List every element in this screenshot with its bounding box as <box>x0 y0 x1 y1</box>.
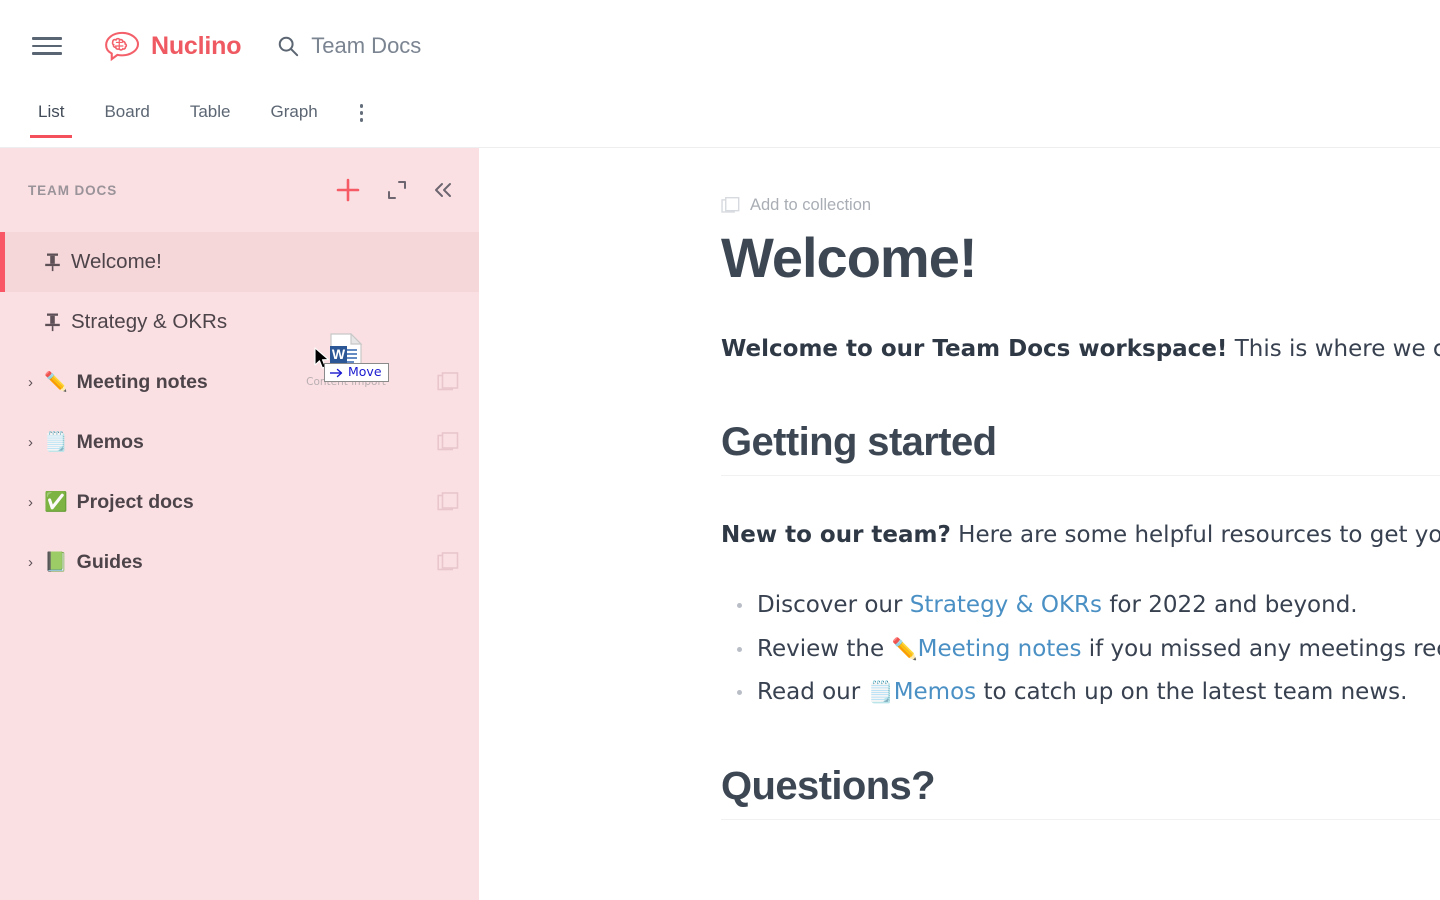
intro-rest: This is where we can share all kinds of … <box>1234 335 1440 362</box>
sidebar-item-guides[interactable]: › 📗 Guides <box>0 532 479 592</box>
bullet-pre-text: Discover our <box>757 592 910 619</box>
new-team-rest: Here are some helpful resources to get y… <box>958 522 1440 549</box>
sidebar-header: TEAM DOCS <box>0 148 479 232</box>
document-pane: Add to collection Welcome! Welcome to ou… <box>479 148 1440 900</box>
chevron-right-icon[interactable]: › <box>28 435 42 450</box>
chevron-right-icon[interactable]: › <box>28 555 42 570</box>
heading-getting-started[interactable]: Getting started <box>721 419 1440 477</box>
tab-graph-label: Graph <box>270 102 318 121</box>
sidebar-item-label: Guides <box>76 550 143 573</box>
expand-icon[interactable] <box>387 180 407 200</box>
app-root: Nuclino Team Docs List Board Table Graph <box>0 0 1440 900</box>
sidebar-item-strategy-okrs[interactable]: › Strategy & OKRs <box>0 292 479 352</box>
collection-icon[interactable] <box>437 431 459 453</box>
intro-paragraph[interactable]: Welcome to our Team Docs workspace! This… <box>721 328 1440 372</box>
resources-list: Discover our Strategy & OKRs for 2022 an… <box>721 584 1440 715</box>
bullet-post-text: if you missed any meetings recently. <box>1088 635 1440 662</box>
collection-icon <box>721 197 740 213</box>
top-bar: Nuclino Team Docs <box>0 0 1440 92</box>
chevron-right-icon[interactable]: › <box>28 375 42 390</box>
brand-name: Nuclino <box>151 31 242 60</box>
sidebar-item-label: Memos <box>76 430 144 453</box>
tab-graph[interactable]: Graph <box>270 92 317 138</box>
sidebar-item-welcome[interactable]: › Welcome! <box>0 232 479 292</box>
pin-icon <box>45 253 60 272</box>
list-item[interactable]: Review the ✏️Meeting notes if you missed… <box>721 628 1440 672</box>
tab-board[interactable]: Board <box>104 92 149 138</box>
link-memos[interactable]: Memos <box>894 679 976 705</box>
bullet-pre-text: Read our <box>757 679 868 706</box>
plus-icon[interactable] <box>335 177 361 203</box>
sidebar: TEAM DOCS › <box>0 148 479 900</box>
sidebar-item-project-docs[interactable]: › ✅ Project docs <box>0 472 479 532</box>
search-input[interactable]: Team Docs <box>277 33 421 59</box>
sidebar-item-label: Strategy & OKRs <box>71 310 228 333</box>
search-value: Team Docs <box>311 33 422 58</box>
tab-board-label: Board <box>104 102 150 121</box>
chevron-right-icon[interactable]: › <box>28 495 42 510</box>
sidebar-item-label: Welcome! <box>71 250 162 273</box>
pencil-icon: ✏️ <box>891 636 918 661</box>
collection-icon[interactable] <box>437 491 459 513</box>
sidebar-item-memos[interactable]: › 🗒️ Memos <box>0 412 479 472</box>
double-chevron-left-icon[interactable] <box>433 180 453 200</box>
sidebar-item-label: Meeting notes <box>76 370 208 393</box>
bullet-post-text: to catch up on the latest team news. <box>976 679 1408 706</box>
bullet-pre-text: Review the <box>757 635 892 662</box>
list-item[interactable]: Read our 🗒️Memos to catch up on the late… <box>721 671 1440 715</box>
check-mark-icon: ✅ <box>44 491 68 513</box>
more-vertical-icon[interactable] <box>356 92 368 140</box>
collection-icon[interactable] <box>437 551 459 573</box>
sidebar-item-meeting-notes[interactable]: › ✏️ Meeting notes <box>0 352 479 412</box>
tab-table[interactable]: Table <box>190 92 231 138</box>
new-team-paragraph[interactable]: New to our team? Here are some helpful r… <box>721 514 1440 558</box>
search-icon <box>279 36 299 57</box>
document-body: Add to collection Welcome! Welcome to ou… <box>479 148 1440 821</box>
notepad-icon: 🗒️ <box>44 431 68 453</box>
tab-list[interactable]: List <box>29 92 74 138</box>
pin-icon <box>45 313 60 332</box>
green-book-icon: 📗 <box>44 551 68 573</box>
pencil-icon: ✏️ <box>44 371 68 393</box>
view-tab-bar: List Board Table Graph <box>0 92 1440 148</box>
sidebar-title: TEAM DOCS <box>28 182 118 198</box>
tab-table-label: Table <box>189 102 231 121</box>
new-team-bold: New to our team? <box>721 522 951 549</box>
add-to-collection-button[interactable]: Add to collection <box>721 196 1440 215</box>
list-item[interactable]: Discover our Strategy & OKRs for 2022 an… <box>721 584 1440 628</box>
collection-icon[interactable] <box>437 371 459 393</box>
add-to-collection-label: Add to collection <box>750 196 872 214</box>
bullet-post-text: for 2022 and beyond. <box>1102 592 1358 619</box>
document-tree: › Welcome! › Strategy <box>0 232 479 592</box>
brand-logo-link[interactable]: Nuclino <box>104 31 241 61</box>
tab-list-label: List <box>38 102 65 121</box>
page-title[interactable]: Welcome! <box>721 226 1440 290</box>
sidebar-item-label: Project docs <box>76 490 194 513</box>
hamburger-menu-icon[interactable] <box>32 30 64 62</box>
link-strategy-okrs[interactable]: Strategy & OKRs <box>910 592 1102 618</box>
intro-bold: Welcome to our Team Docs workspace! <box>721 335 1228 362</box>
notepad-icon: 🗒️ <box>867 680 894 705</box>
heading-questions[interactable]: Questions? <box>721 763 1440 821</box>
link-meeting-notes[interactable]: Meeting notes <box>918 636 1082 662</box>
brain-speech-bubble-logo <box>105 31 140 61</box>
